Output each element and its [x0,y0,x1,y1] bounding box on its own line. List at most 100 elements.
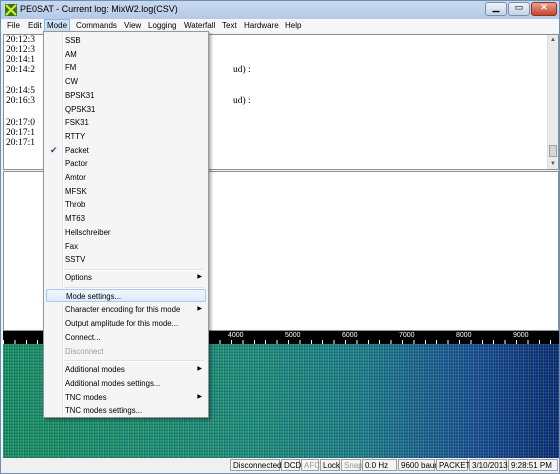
menu-item-label: AM [65,49,77,59]
menu-hardware[interactable]: Hardware [242,20,281,32]
rx-line-tail: ud) : [233,96,251,106]
menu-item-label: RTTY [65,131,86,141]
menu-item-pactor[interactable]: Pactor [46,157,206,170]
menu-item-label: Options [65,273,92,282]
menu-item-fsk31[interactable]: FSK31 [46,116,206,129]
menu-item-hellschreiber[interactable]: Hellschreiber [46,226,206,239]
status-frequency: 0.0 Hz [362,459,397,471]
window-title: PE0SAT - Current log: MixW2.log(CSV) [20,4,178,14]
menu-item-label: FSK31 [65,118,89,128]
menu-text[interactable]: Text [220,20,239,32]
menu-item-connect[interactable]: Connect... [46,331,206,344]
menu-item-options[interactable]: Options ▶ [46,271,206,284]
status-date: 3/10/2013 [469,459,508,471]
status-baud[interactable]: 9600 baud [398,459,439,471]
menu-item-mode-settings[interactable]: Mode settings... [46,289,206,302]
menu-item-label: MT63 [65,214,85,224]
menu-item-label: SSB [65,36,81,45]
menu-item-tnc-modes-settings[interactable]: TNC modes settings... [46,404,206,417]
close-icon: ✕ [540,2,548,12]
status-afc[interactable]: AFC [301,459,320,471]
maximize-button[interactable]: ▭ [508,2,530,16]
menu-edit[interactable]: Edit [26,20,44,32]
menu-item-tnc-modes[interactable]: TNC modes ▶ [46,391,206,404]
status-bar: Disconnected DCD AFC Lock Snap 0.0 Hz 96… [1,458,559,473]
rx-line: 20:17:1 [6,138,36,148]
menu-item-packet[interactable]: ✔ Packet [46,144,206,157]
menu-item-fm[interactable]: FM [46,61,206,74]
scroll-thumb[interactable] [549,145,557,157]
menu-item-label: MFSK [65,186,87,196]
menu-item-label: Character encoding for this mode [65,305,181,314]
menu-item-label: Additional modes [65,365,125,374]
menu-file[interactable]: File [5,20,22,32]
menu-item-additional-modes-settings[interactable]: Additional modes settings... [46,377,206,390]
submenu-arrow-icon: ▶ [197,306,202,312]
rx-line: 20:14:5 [6,86,36,96]
menu-item-label: TNC modes [65,393,107,402]
scale-label: 5000 [285,332,301,339]
vertical-scrollbar[interactable]: ▲ ▼ [547,35,558,169]
menu-item-disconnect: Disconnect [46,345,206,358]
title-bar: PE0SAT - Current log: MixW2.log(CSV) ▁ ▭… [1,1,559,19]
menu-item-label: SSTV [65,255,86,265]
status-mode[interactable]: PACKET [436,459,470,471]
menu-help[interactable]: Help [283,20,303,32]
menu-item-label: Amtor [65,173,86,182]
menu-item-label: Fax [65,241,78,251]
menu-item-label: Hellschreiber [65,227,111,237]
menu-item-label: Connect... [65,333,101,342]
submenu-arrow-icon: ▶ [197,394,202,400]
menu-item-am[interactable]: AM [46,48,206,61]
menu-item-character-encoding[interactable]: Character encoding for this mode ▶ [46,303,206,316]
menu-item-ssb[interactable]: SSB [46,34,206,47]
submenu-arrow-icon: ▶ [197,366,202,372]
status-time: 9:28:51 PM [508,459,558,471]
rx-line: 20:17:0 [6,118,36,128]
menu-item-label: FM [65,63,77,73]
scale-label: 4000 [228,332,244,339]
menu-item-label: QPSK31 [65,104,96,114]
menu-item-label: TNC modes settings... [65,406,143,415]
menu-item-qpsk31[interactable]: QPSK31 [46,103,206,116]
close-button[interactable]: ✕ [531,2,557,16]
menu-item-bpsk31[interactable]: BPSK31 [46,89,206,102]
menu-item-additional-modes[interactable]: Additional modes ▶ [46,363,206,376]
rx-line-tail: ud) : [233,65,251,75]
menu-item-throb[interactable]: Throb [46,198,206,211]
menu-item-label: Pactor [65,159,88,169]
menu-item-sstv[interactable]: SSTV [46,253,206,266]
rx-line: 20:16:3 [6,96,36,106]
menu-separator [64,360,204,362]
scale-label: 7000 [399,332,415,339]
rx-line: 20:12:3 [6,35,36,45]
menu-item-cw[interactable]: CW [46,75,206,88]
menu-item-rtty[interactable]: RTTY [46,130,206,143]
menu-item-label: Output amplitude for this mode... [65,319,179,328]
maximize-icon: ▭ [514,2,524,12]
menu-item-mfsk[interactable]: MFSK [46,185,206,198]
menu-item-label: Mode settings... [66,292,122,301]
mode-dropdown-menu: SSB AM FM CW BPSK31 QPSK31 FSK31 RTTY ✔ P… [43,31,209,418]
menu-item-label: Disconnect [65,347,104,356]
menu-item-mt63[interactable]: MT63 [46,212,206,225]
minimize-button[interactable]: ▁ [485,2,507,16]
checkmark-icon: ✔ [50,144,58,155]
status-snap[interactable]: Snap [341,459,363,471]
minimize-icon: ▁ [492,2,500,12]
app-icon[interactable] [5,4,17,16]
menu-item-label: BPSK31 [65,90,95,100]
menu-item-output-amplitude[interactable]: Output amplitude for this mode... [46,317,206,330]
rx-line: 20:14:2 [6,65,36,75]
status-lock[interactable]: Lock [320,459,340,471]
scroll-down-icon[interactable]: ▼ [548,159,558,169]
status-dcd[interactable]: DCD [281,459,301,471]
status-connection[interactable]: Disconnected [230,459,281,471]
scale-label: 6000 [342,332,358,339]
scroll-up-icon[interactable]: ▲ [548,35,558,45]
scale-label: 8000 [456,332,472,339]
menu-item-label: Throb [65,200,86,210]
rx-line: 20:17:1 [6,128,36,138]
menu-item-fax[interactable]: Fax [46,240,206,253]
menu-item-amtor[interactable]: Amtor [46,171,206,184]
